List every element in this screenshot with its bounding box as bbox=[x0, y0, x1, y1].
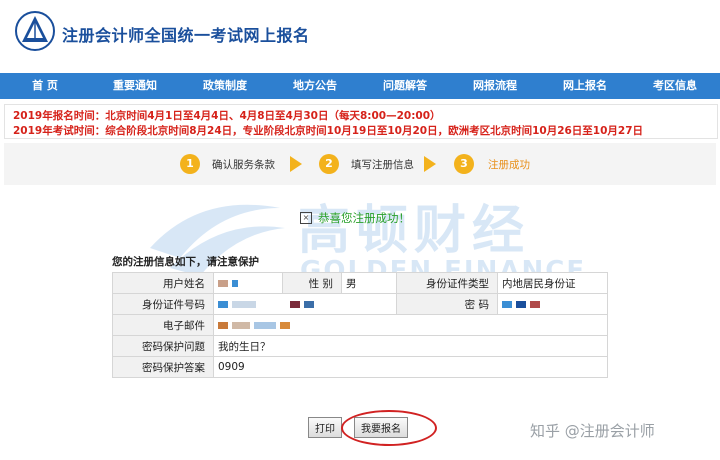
idtype-value: 内地居民身份证 bbox=[497, 272, 608, 294]
table-row: 密码保护答案 0909 bbox=[112, 356, 608, 378]
header: 注册会计师全国统一考试网上报名 bbox=[0, 0, 720, 72]
redacted-block bbox=[218, 279, 228, 287]
nav-item-exam-areas[interactable]: 考区信息 bbox=[630, 73, 720, 99]
redacted-block bbox=[290, 300, 300, 308]
redacted-block bbox=[304, 300, 314, 308]
redacted-block bbox=[502, 300, 512, 308]
redacted-block bbox=[530, 300, 540, 308]
step-2-label: 填写注册信息 bbox=[351, 159, 414, 171]
logo-icon bbox=[15, 11, 55, 51]
nav-item-process[interactable]: 网报流程 bbox=[450, 73, 540, 99]
password-value bbox=[497, 293, 608, 315]
redacted-block bbox=[218, 300, 228, 308]
info-title: 您的注册信息如下，请注意保护 bbox=[112, 256, 259, 268]
notice-registration-time: 2019年报名时间：北京时间4月1日至4月4日、4月8日至4月30日（每天8:0… bbox=[13, 110, 441, 122]
step-2-number: 2 bbox=[319, 154, 339, 174]
close-box-icon: × bbox=[300, 212, 312, 224]
zhihu-watermark: 知乎 @注册会计师 bbox=[530, 422, 655, 440]
nav-item-policies[interactable]: 政策制度 bbox=[180, 73, 270, 99]
idtype-label: 身份证件类型 bbox=[396, 272, 498, 294]
question-label: 密码保护问题 bbox=[112, 335, 214, 357]
idno-label: 身份证件号码 bbox=[112, 293, 214, 315]
step-3-label: 注册成功 bbox=[488, 159, 530, 171]
notice-exam-time: 2019年考试时间：综合阶段北京时间8月24日，专业阶段北京时间10月19日至1… bbox=[13, 125, 644, 137]
idno-value bbox=[213, 293, 397, 315]
redacted-block bbox=[232, 279, 238, 287]
name-value bbox=[213, 272, 283, 294]
site-title: 注册会计师全国统一考试网上报名 bbox=[62, 26, 310, 45]
nav-item-online-apply[interactable]: 网上报名 bbox=[540, 73, 630, 99]
email-value bbox=[213, 314, 608, 336]
highlight-ring bbox=[341, 410, 437, 446]
registration-info-table: 用户姓名 性 别 男 身份证件类型 内地居民身份证 身份证件号码 密 码 电子邮… bbox=[112, 272, 608, 378]
print-button[interactable]: 打印 bbox=[308, 417, 342, 438]
redacted-block bbox=[232, 321, 250, 329]
main-nav: 首 页 重要通知 政策制度 地方公告 问题解答 网报流程 网上报名 考区信息 bbox=[0, 73, 720, 99]
table-row: 密码保护问题 我的生日？ bbox=[112, 335, 608, 357]
nav-item-notices[interactable]: 重要通知 bbox=[90, 73, 180, 99]
nav-item-faq[interactable]: 问题解答 bbox=[360, 73, 450, 99]
table-row: 身份证件号码 密 码 bbox=[112, 293, 608, 315]
table-row: 电子邮件 bbox=[112, 314, 608, 336]
name-label: 用户姓名 bbox=[112, 272, 214, 294]
redacted-block bbox=[516, 300, 526, 308]
gender-label: 性 别 bbox=[282, 272, 342, 294]
success-text: 恭喜您注册成功！ bbox=[318, 211, 410, 225]
redacted-block bbox=[280, 321, 290, 329]
step-1-label: 确认服务条款 bbox=[212, 159, 275, 171]
gender-value: 男 bbox=[341, 272, 397, 294]
email-label: 电子邮件 bbox=[112, 314, 214, 336]
redacted-block bbox=[218, 321, 228, 329]
password-label: 密 码 bbox=[396, 293, 498, 315]
progress-steps: 1 确认服务条款 2 填写注册信息 3 注册成功 bbox=[4, 143, 716, 185]
answer-label: 密码保护答案 bbox=[112, 356, 214, 378]
step-3-number: 3 bbox=[454, 154, 474, 174]
table-row: 用户姓名 性 别 男 身份证件类型 内地居民身份证 bbox=[112, 272, 608, 294]
nav-item-local-announcements[interactable]: 地方公告 bbox=[270, 73, 360, 99]
step-1-number: 1 bbox=[180, 154, 200, 174]
answer-value: 0909 bbox=[213, 356, 608, 378]
step-arrow-icon bbox=[290, 156, 302, 172]
redacted-block bbox=[254, 321, 276, 329]
notice-box: 2019年报名时间：北京时间4月1日至4月4日、4月8日至4月30日（每天8:0… bbox=[4, 104, 718, 139]
redacted-block bbox=[232, 300, 256, 308]
step-arrow-icon bbox=[424, 156, 436, 172]
question-value: 我的生日？ bbox=[213, 335, 608, 357]
nav-item-home[interactable]: 首 页 bbox=[0, 73, 90, 99]
success-message: × 恭喜您注册成功！ bbox=[300, 210, 410, 226]
